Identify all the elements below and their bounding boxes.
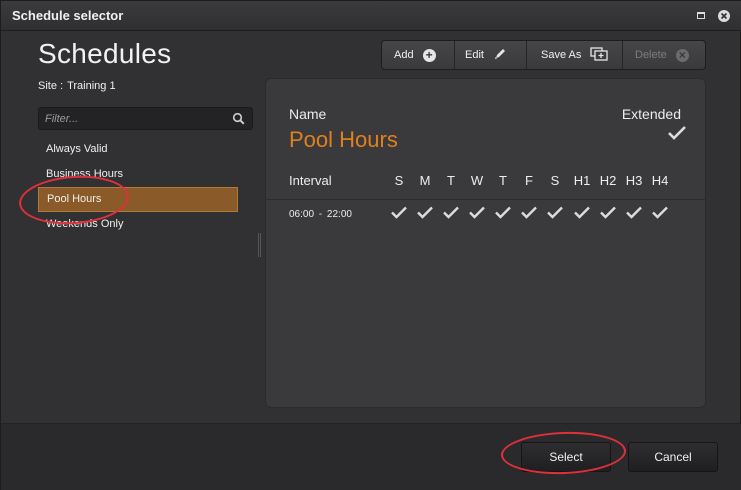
- day-checkbox-8[interactable]: [598, 205, 618, 225]
- day-checkbox-3[interactable]: [467, 205, 487, 225]
- title-bar[interactable]: Schedule selector: [1, 1, 741, 31]
- day-header-wed: W: [470, 173, 484, 188]
- add-button[interactable]: Add +: [382, 41, 455, 69]
- extended-checkbox[interactable]: [667, 124, 687, 147]
- day-checkbox-1[interactable]: [415, 205, 435, 225]
- day-header-mon: M: [419, 173, 431, 188]
- day-checkbox-5[interactable]: [519, 205, 539, 225]
- checkmark-icon: [668, 126, 686, 140]
- day-header-sat: S: [550, 173, 560, 188]
- list-item-weekends-only[interactable]: Weekends Only: [38, 212, 238, 237]
- pencil-icon: [493, 47, 507, 64]
- checkmark-icon: [626, 206, 642, 219]
- day-checkbox-2[interactable]: [441, 205, 461, 225]
- filter-field[interactable]: [38, 107, 253, 130]
- day-checkbox-10[interactable]: [650, 205, 670, 225]
- day-header-thu: T: [499, 173, 507, 188]
- day-checkbox-7[interactable]: [572, 205, 592, 225]
- site-value: Training 1: [67, 80, 116, 92]
- save-as-button[interactable]: Save As: [527, 41, 623, 69]
- schedule-selector-dialog: Schedule selector Schedules Site : Traini…: [0, 0, 741, 490]
- name-label: Name: [289, 106, 327, 122]
- save-as-icon: [590, 46, 609, 64]
- site-info: Site : Training 1: [38, 80, 120, 92]
- checkmark-icon: [547, 206, 563, 219]
- delete-button[interactable]: Delete ×: [623, 41, 705, 69]
- day-header-h3: H3: [625, 173, 643, 188]
- day-header-h1: H1: [573, 173, 591, 188]
- checkmark-icon: [574, 206, 590, 219]
- day-checkbox-0[interactable]: [389, 205, 409, 225]
- toolbar: Add + Edit Save As Delete ×: [381, 40, 706, 70]
- edit-button-label: Edit: [465, 49, 484, 61]
- site-label: Site :: [38, 80, 64, 92]
- checkmark-icon: [495, 206, 511, 219]
- checkmark-icon: [652, 206, 668, 219]
- day-header-h4: H4: [651, 173, 669, 188]
- checkmark-icon: [600, 206, 616, 219]
- extended-label: Extended: [621, 106, 681, 122]
- maximize-icon[interactable]: [693, 8, 709, 24]
- select-button[interactable]: Select: [521, 442, 611, 472]
- checkmark-icon: [521, 206, 537, 219]
- plus-icon: +: [422, 48, 436, 62]
- search-icon[interactable]: [232, 112, 245, 130]
- interval-header: Interval: [289, 173, 332, 188]
- delete-icon: ×: [675, 48, 689, 62]
- close-icon[interactable]: [716, 8, 732, 24]
- day-header-fri: F: [525, 173, 533, 188]
- schedule-detail-panel: Name Extended Pool Hours Interval S M T …: [265, 78, 706, 408]
- day-checkbox-6[interactable]: [545, 205, 565, 225]
- delete-button-label: Delete: [635, 49, 667, 61]
- window-title: Schedule selector: [12, 8, 124, 23]
- list-item-always-valid[interactable]: Always Valid: [38, 137, 238, 162]
- checkmark-icon: [417, 206, 433, 219]
- day-checkbox-9[interactable]: [624, 205, 644, 225]
- checkmark-icon: [391, 206, 407, 219]
- schedule-list: Always Valid Business Hours Pool Hours W…: [38, 137, 238, 237]
- page-title: Schedules: [38, 38, 172, 69]
- list-item-business-hours[interactable]: Business Hours: [38, 162, 238, 187]
- filter-input[interactable]: [45, 111, 225, 127]
- add-button-label: Add: [394, 49, 414, 61]
- day-header-tue: T: [447, 173, 455, 188]
- list-item-pool-hours[interactable]: Pool Hours: [38, 187, 238, 212]
- day-checkbox-4[interactable]: [493, 205, 513, 225]
- splitter-handle[interactable]: [258, 233, 261, 257]
- header-divider: [266, 199, 705, 200]
- save-as-button-label: Save As: [541, 49, 582, 61]
- schedule-name: Pool Hours: [289, 127, 398, 152]
- checkmark-icon: [443, 206, 459, 219]
- cancel-button[interactable]: Cancel: [628, 442, 718, 472]
- edit-button[interactable]: Edit: [455, 41, 527, 69]
- day-header-h2: H2: [599, 173, 617, 188]
- interval-value[interactable]: 06:00 - 22:00: [289, 209, 352, 220]
- checkmark-icon: [469, 206, 485, 219]
- day-header-sun: S: [394, 173, 404, 188]
